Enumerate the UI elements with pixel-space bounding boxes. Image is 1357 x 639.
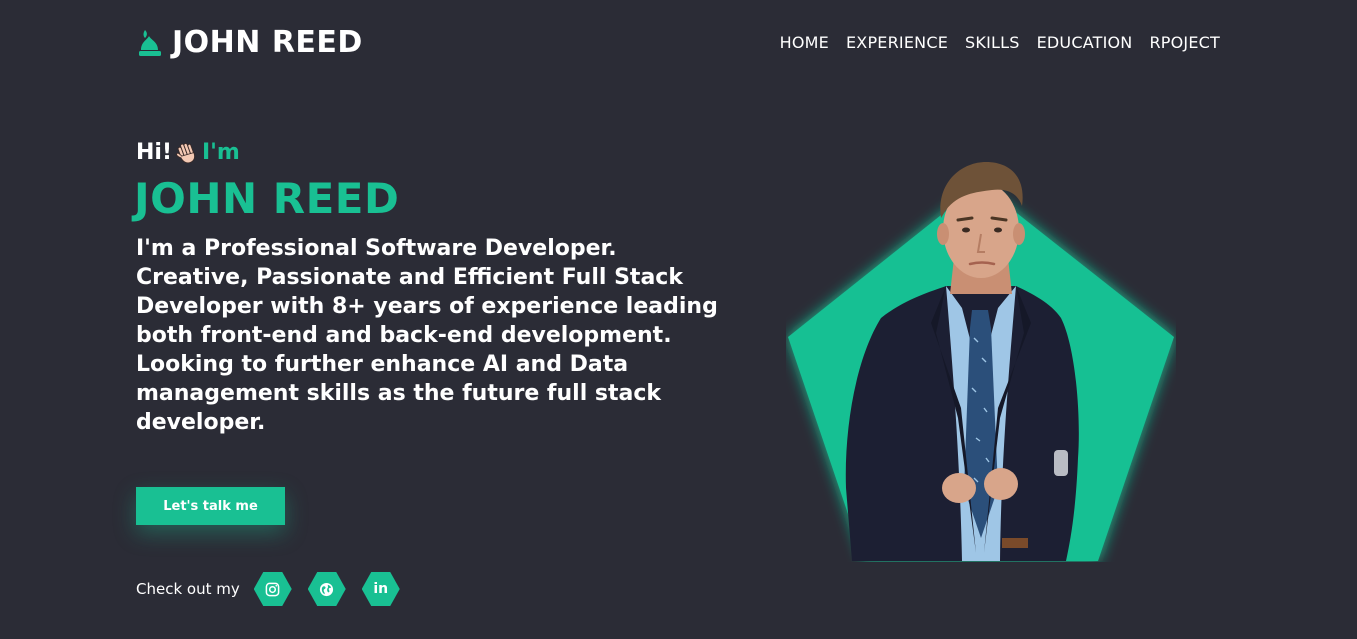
lets-talk-button[interactable]: Let's talk me	[136, 487, 285, 525]
flame-logo-icon	[139, 30, 161, 56]
social-links: Check out my in	[136, 571, 416, 607]
brand-logo[interactable]: JOHN REED	[137, 26, 363, 60]
greeting-hi: Hi!	[136, 139, 172, 165]
linkedin-icon: in	[373, 581, 389, 597]
nav-home[interactable]: HOME	[780, 33, 829, 52]
hero-greeting: Hi! I'm	[136, 137, 240, 167]
globe-icon	[320, 582, 334, 596]
brand-name: JOHN REED	[172, 25, 363, 60]
globe-link[interactable]	[307, 572, 346, 606]
instagram-icon	[265, 582, 280, 596]
greeting-im: I'm	[202, 139, 240, 165]
hero-name: JOHN REED	[134, 174, 400, 223]
nav-skills[interactable]: SKILLS	[965, 33, 1020, 52]
hero-description: I'm a Professional Software Developer. C…	[136, 236, 718, 435]
site-header: JOHN REED HOME EXPERIENCE SKILLS EDUCATI…	[0, 0, 1357, 85]
linkedin-link[interactable]: in	[361, 572, 400, 606]
profile-portrait	[788, 162, 1174, 561]
main-nav: HOME EXPERIENCE SKILLS EDUCATION RPOJECT	[780, 30, 1220, 54]
nav-education[interactable]: EDUCATION	[1037, 33, 1133, 52]
instagram-link[interactable]	[253, 572, 292, 606]
waving-hand-icon	[174, 139, 200, 165]
nav-project[interactable]: RPOJECT	[1149, 33, 1220, 52]
social-label: Check out my	[136, 580, 240, 598]
person-figure	[845, 162, 1079, 561]
nav-experience[interactable]: EXPERIENCE	[846, 33, 948, 52]
